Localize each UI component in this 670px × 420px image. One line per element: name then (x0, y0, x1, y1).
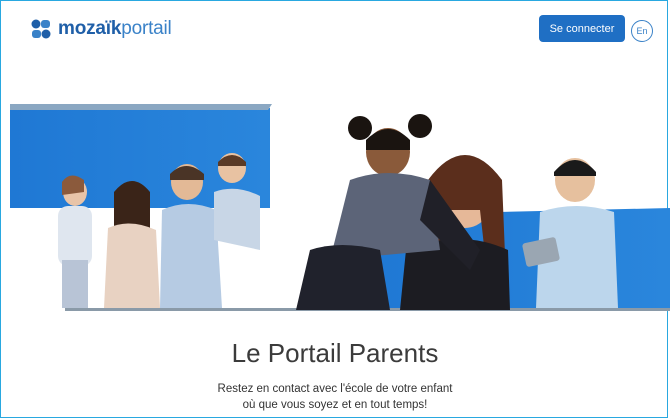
header: mozaïkportail Se connecter En (0, 0, 670, 58)
language-toggle-button[interactable]: En (631, 20, 653, 42)
logo-text-bold: mozaïk (58, 18, 122, 39)
subtitle-line-1: Restez en contact avec l'école de votre … (217, 383, 453, 395)
logo-text-light: portail (121, 18, 172, 39)
subtitle-line-2: où que vous soyez et en tout temps! (242, 399, 428, 411)
logo-text: mozaïkportail (58, 18, 172, 40)
hero-banner (10, 100, 670, 315)
page-title: Le Portail Parents (231, 338, 439, 368)
mozaik-logo-icon (31, 19, 51, 39)
page-subtitle: Restez en contact avec l'école de votre … (0, 381, 670, 413)
logo[interactable]: mozaïkportail (30, 18, 172, 40)
family-photo (10, 104, 670, 311)
connect-button[interactable]: Se connecter (539, 15, 625, 42)
